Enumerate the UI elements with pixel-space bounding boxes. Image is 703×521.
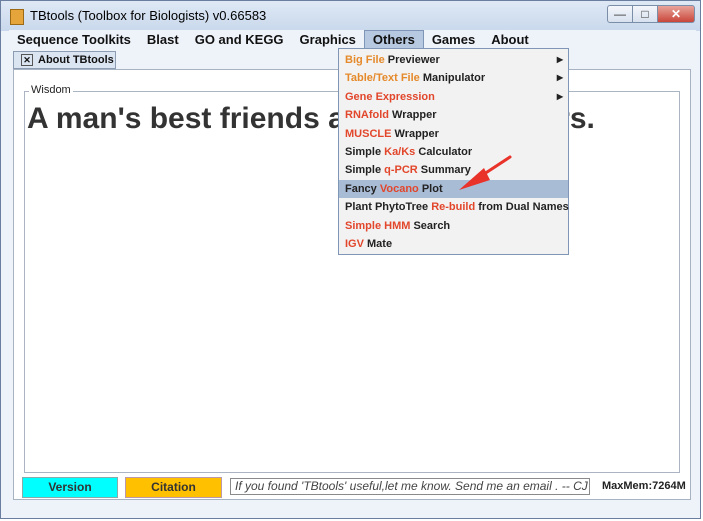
menu-item-highlight: Gene Expression bbox=[345, 90, 435, 103]
citation-button[interactable]: Citation bbox=[125, 477, 222, 498]
menu-item-suffix: Search bbox=[410, 219, 451, 232]
menu-item-highlight: Vocano bbox=[379, 182, 419, 195]
version-button[interactable]: Version bbox=[22, 477, 118, 498]
maximize-button[interactable]: □ bbox=[632, 5, 658, 23]
others-menu-item[interactable]: Table/Text File Manipulator ▶ bbox=[339, 69, 568, 87]
menu-item-prefix: Simple bbox=[345, 164, 385, 177]
menu-go-and-kegg[interactable]: GO and KEGG bbox=[187, 30, 292, 50]
submenu-arrow-icon: ▶ bbox=[556, 91, 563, 101]
menu-item-highlight: Big File bbox=[345, 54, 385, 66]
menu-item-highlight: MUSCLE bbox=[345, 127, 392, 140]
others-menu-item[interactable]: RNAfold Wrapper bbox=[339, 106, 568, 124]
menu-games[interactable]: Games bbox=[424, 30, 483, 50]
others-menu-item[interactable]: Simple q-PCR Summary bbox=[339, 161, 568, 179]
menu-item-suffix: Manipulator bbox=[419, 72, 486, 85]
others-menu-item[interactable]: IGV Mate bbox=[339, 235, 568, 253]
status-message-field: If you found 'TBtools' useful,let me kno… bbox=[230, 478, 590, 495]
others-dropdown-menu: Big File Previewer ▶ Table/Text File Manip… bbox=[338, 48, 569, 255]
tab-label: About TBtools bbox=[38, 54, 114, 66]
menu-item-suffix: Summary bbox=[417, 164, 471, 177]
others-menu-item[interactable]: MUSCLE Wrapper bbox=[339, 125, 568, 143]
menu-item-highlight: RNAfold bbox=[345, 109, 389, 122]
minimize-button[interactable]: — bbox=[607, 5, 633, 23]
others-menu-item[interactable]: Simple HMM Search bbox=[339, 217, 568, 235]
menu-blast[interactable]: Blast bbox=[139, 30, 187, 50]
menu-item-highlight: Table/Text File bbox=[345, 72, 420, 85]
others-menu-item[interactable]: Plant PhytoTree Re-build from Dual Names bbox=[339, 198, 569, 216]
close-button[interactable]: ✕ bbox=[657, 5, 695, 23]
tab-about-tbtools[interactable]: ✕ About TBtools bbox=[13, 51, 116, 69]
menu-item-suffix: from Dual Names bbox=[475, 201, 569, 214]
title-bar[interactable]: TBtools (Toolbox for Biologists) v0.6658… bbox=[1, 1, 700, 31]
others-menu-item[interactable]: Big File Previewer ▶ bbox=[339, 51, 568, 69]
menu-graphics[interactable]: Graphics bbox=[292, 30, 364, 50]
menu-item-highlight: Ka/Ks bbox=[384, 145, 416, 158]
menu-item-prefix: Simple bbox=[345, 145, 385, 158]
menu-item-highlight: Simple HMM bbox=[345, 219, 411, 232]
max-memory-label: MaxMem:7264M bbox=[602, 480, 686, 492]
menu-item-prefix: Plant PhytoTree bbox=[345, 201, 432, 214]
menu-item-highlight: Re-build bbox=[431, 201, 476, 214]
others-menu-item[interactable]: Gene Expression ▶ bbox=[339, 88, 568, 106]
menu-item-highlight: IGV bbox=[345, 237, 364, 250]
menu-item-highlight: q-PCR bbox=[384, 164, 418, 177]
menu-bar: Sequence Toolkits Blast GO and KEGG Grap… bbox=[9, 30, 696, 50]
menu-item-suffix: Calculator bbox=[415, 145, 473, 158]
menu-item-suffix: Wrapper bbox=[389, 109, 437, 122]
window-title: TBtools (Toolbox for Biologists) v0.6658… bbox=[30, 8, 267, 23]
menu-about[interactable]: About bbox=[483, 30, 537, 50]
menu-item-suffix: Previewer bbox=[384, 54, 440, 66]
menu-item-prefix: Fancy bbox=[345, 182, 380, 195]
submenu-arrow-icon: ▶ bbox=[556, 55, 563, 64]
wisdom-group-title: Wisdom bbox=[29, 84, 73, 96]
menu-others[interactable]: Others bbox=[363, 30, 424, 50]
others-menu-item[interactable]: Fancy Vocano Plot bbox=[339, 179, 568, 199]
tab-close-icon[interactable]: ✕ bbox=[21, 54, 33, 66]
others-menu-item[interactable]: Simple Ka/Ks Calculator bbox=[339, 143, 568, 161]
submenu-arrow-icon: ▶ bbox=[556, 73, 563, 83]
menu-item-suffix: Plot bbox=[418, 182, 443, 195]
menu-sequence-toolkits[interactable]: Sequence Toolkits bbox=[9, 30, 139, 50]
menu-item-suffix: Wrapper bbox=[391, 127, 439, 140]
tbtools-app-icon bbox=[10, 9, 24, 25]
menu-item-suffix: Mate bbox=[363, 237, 393, 250]
